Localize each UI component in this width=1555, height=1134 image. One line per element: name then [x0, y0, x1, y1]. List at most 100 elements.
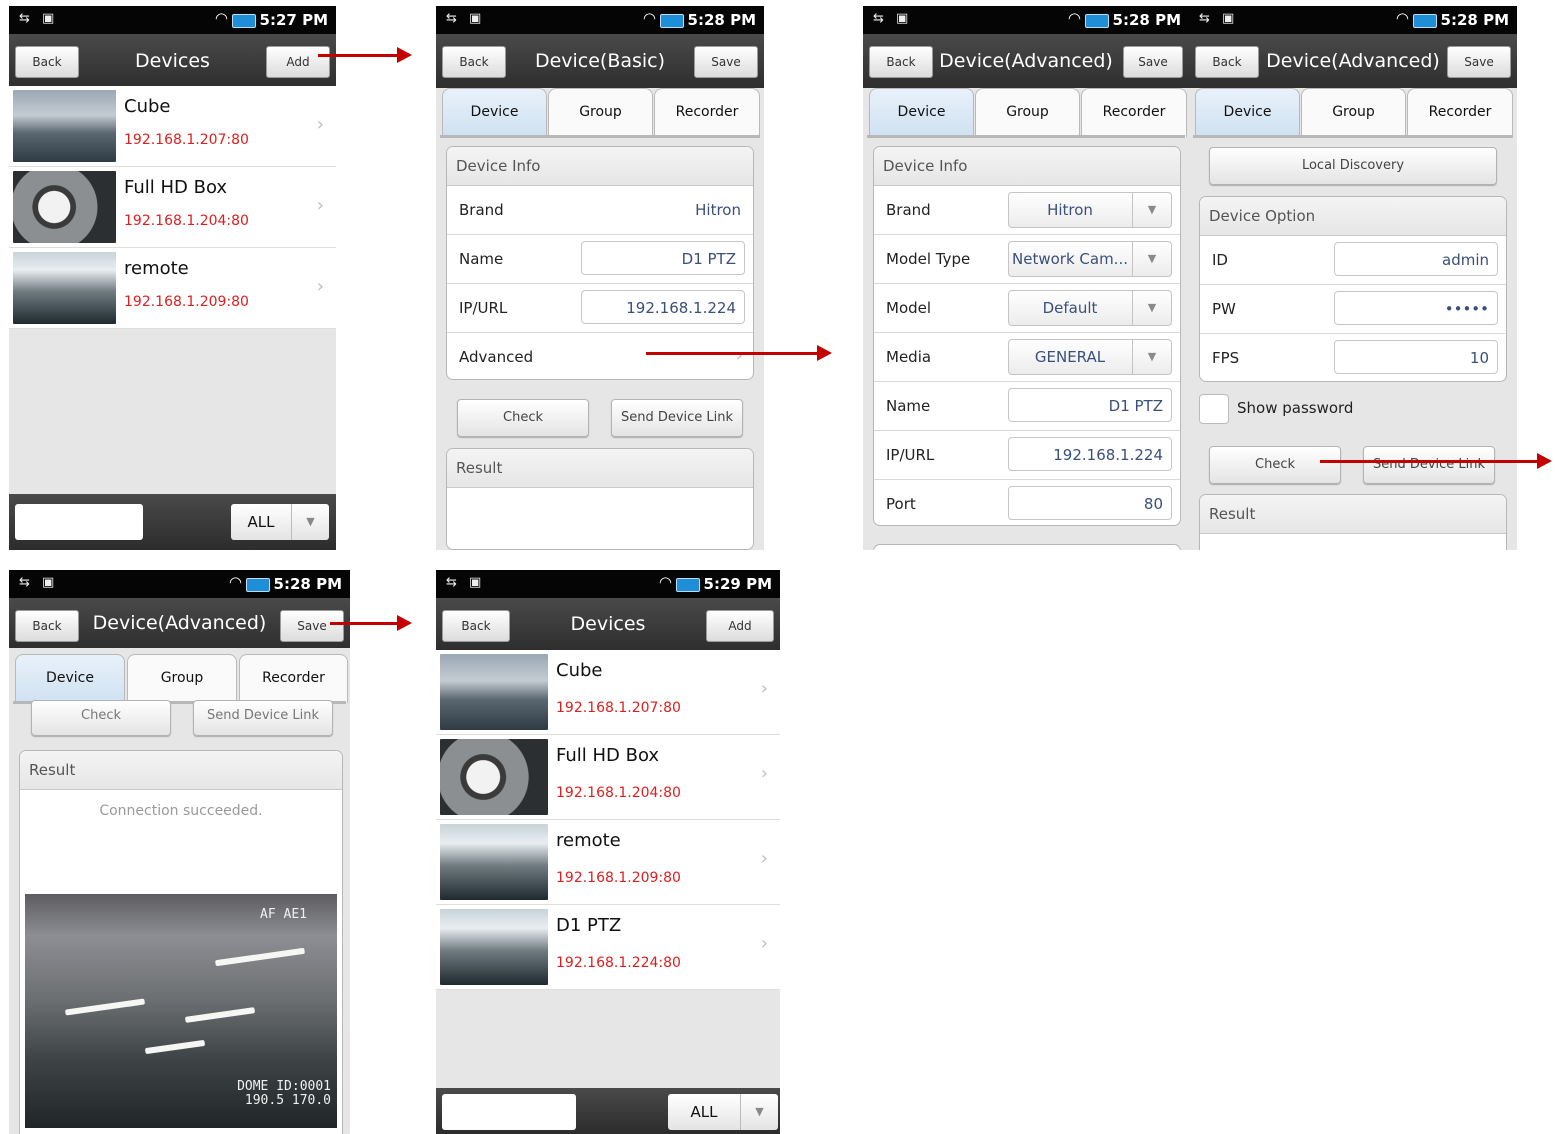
check-button[interactable]: Check — [31, 700, 171, 736]
device-ip: 192.168.1.224:80 — [556, 955, 681, 971]
save-button[interactable]: Save — [694, 46, 758, 78]
ip-field[interactable]: 192.168.1.224 — [581, 290, 745, 324]
chevron-right-icon: › — [735, 345, 743, 366]
back-button[interactable]: Back — [15, 46, 79, 78]
flow-arrow — [646, 345, 832, 361]
list-item[interactable]: remote 192.168.1.209:80 › — [9, 248, 336, 329]
tab-group[interactable]: Group — [548, 88, 653, 137]
filter-select[interactable]: ALL ▼ — [231, 504, 329, 540]
media-select[interactable]: GENERAL ▼ — [1008, 339, 1172, 375]
fps-label: FPS — [1212, 349, 1240, 367]
add-button[interactable]: Add — [706, 610, 774, 642]
chevron-right-icon: › — [760, 763, 768, 784]
tab-group[interactable]: Group — [975, 88, 1080, 137]
tab-recorder[interactable]: Recorder — [1081, 88, 1187, 137]
result-group: Result — [1199, 494, 1507, 550]
back-button[interactable]: Back — [15, 610, 79, 642]
port-field[interactable]: 80 — [1008, 486, 1172, 520]
tab-bar: Device Group Recorder — [440, 88, 760, 138]
section-header: Device Info — [874, 147, 1180, 186]
name-row: Name D1 PTZ — [447, 235, 753, 284]
model-type-select[interactable]: Network Cam... ▼ — [1008, 241, 1172, 277]
clock: 5:28 PM — [1112, 11, 1181, 29]
media-label: Media — [886, 348, 932, 366]
model-row: Model Default ▼ — [874, 284, 1180, 333]
brand-select[interactable]: Hitron ▼ — [1008, 192, 1172, 228]
status-bar: ⇆ ▣ ◠ 5:28 PM — [9, 570, 350, 598]
ceiling-light — [184, 1007, 256, 1023]
usb-debug-icons: ⇆ ▣ — [19, 11, 59, 26]
device-info-group: Device Info Brand Hitron Name D1 PTZ IP/… — [446, 146, 754, 380]
show-password-checkbox[interactable] — [1199, 394, 1229, 424]
fps-field[interactable]: 10 — [1334, 340, 1498, 374]
tab-device[interactable]: Device — [869, 88, 974, 137]
check-button[interactable]: Check — [457, 399, 589, 437]
model-type-label: Model Type — [886, 250, 971, 268]
list-item[interactable]: remote 192.168.1.209:80 › — [436, 820, 780, 905]
bottom-bar: ALL ▼ — [436, 1088, 780, 1134]
check-button[interactable]: Check — [1209, 446, 1341, 484]
result-group: Result — [446, 448, 754, 550]
name-field[interactable]: D1 PTZ — [581, 241, 745, 275]
add-button[interactable]: Add — [266, 46, 330, 78]
name-field[interactable]: D1 PTZ — [1008, 388, 1172, 422]
usb-debug-icons: ⇆ ▣ — [873, 11, 913, 26]
tab-group[interactable]: Group — [127, 654, 237, 703]
list-item[interactable]: Cube 192.168.1.207:80 › — [9, 86, 336, 167]
list-item[interactable]: D1 PTZ 192.168.1.224:80 › — [436, 905, 780, 990]
back-button[interactable]: Back — [1195, 46, 1259, 78]
pw-row: PW ••••• — [1200, 285, 1506, 334]
device-advanced-screen-b: ⇆ ▣ ◠ 5:28 PM Back Device(Advanced) Save… — [1189, 6, 1517, 550]
list-item[interactable]: Full HD Box 192.168.1.204:80 › — [9, 167, 336, 248]
tab-group[interactable]: Group — [1301, 88, 1406, 137]
model-type-select-value: Network Cam... — [1012, 250, 1128, 268]
list-item[interactable]: Cube 192.168.1.207:80 › — [436, 650, 780, 735]
tab-device[interactable]: Device — [15, 654, 125, 703]
battery-icon — [676, 578, 700, 592]
model-select[interactable]: Default ▼ — [1008, 290, 1172, 326]
chevron-right-icon: › — [316, 195, 324, 216]
back-button[interactable]: Back — [442, 610, 510, 642]
device-list: Cube 192.168.1.207:80 › Full HD Box 192.… — [436, 650, 780, 990]
device-name: Cube — [556, 660, 603, 681]
search-input[interactable] — [15, 504, 143, 540]
ceiling-light — [64, 998, 146, 1016]
save-button[interactable]: Save — [1123, 46, 1183, 78]
id-field[interactable]: admin — [1334, 242, 1498, 276]
save-button[interactable]: Save — [1447, 46, 1511, 78]
back-button[interactable]: Back — [869, 46, 933, 78]
back-button[interactable]: Back — [442, 46, 506, 78]
tab-recorder[interactable]: Recorder — [239, 654, 348, 703]
filter-select[interactable]: ALL ▼ — [668, 1094, 778, 1130]
pw-field[interactable]: ••••• — [1334, 291, 1498, 325]
ip-field[interactable]: 192.168.1.224 — [1008, 437, 1172, 471]
battery-icon — [1085, 14, 1109, 28]
device-ip: 192.168.1.207:80 — [556, 700, 681, 716]
title-bar: Back Device(Advanced) Save — [863, 34, 1189, 88]
wifi-icon: ◠ — [228, 573, 242, 591]
tab-recorder[interactable]: Recorder — [654, 88, 760, 137]
media-select-value: GENERAL — [1034, 348, 1106, 366]
send-device-link-button[interactable]: Send Device Link — [1363, 446, 1495, 484]
devices-screen-2: ⇆ ▣ ◠ 5:29 PM Back Devices Add Cube 192.… — [436, 570, 780, 1134]
dropdown-arrow-icon: ▼ — [1132, 291, 1171, 325]
ip-label: IP/URL — [886, 446, 935, 464]
page-title: Device(Advanced) — [939, 50, 1113, 72]
local-discovery-button[interactable]: Local Discovery — [1209, 147, 1497, 185]
title-bar: Back Device(Basic) Save — [436, 34, 764, 88]
tab-device[interactable]: Device — [442, 88, 547, 137]
send-device-link-button[interactable]: Send Device Link — [611, 399, 743, 437]
advanced-row[interactable]: Advanced › — [447, 333, 753, 379]
tab-device[interactable]: Device — [1195, 88, 1300, 137]
list-item[interactable]: Full HD Box 192.168.1.204:80 › — [436, 735, 780, 820]
send-device-link-button[interactable]: Send Device Link — [193, 700, 333, 736]
dropdown-arrow-icon: ▼ — [1132, 340, 1171, 374]
search-input[interactable] — [442, 1094, 576, 1130]
brand-value: Hitron — [695, 201, 741, 219]
ip-label: IP/URL — [459, 299, 508, 317]
camera-thumbnail — [440, 909, 548, 985]
tab-recorder[interactable]: Recorder — [1407, 88, 1513, 137]
save-button[interactable]: Save — [280, 610, 344, 642]
section-header: Result — [447, 449, 753, 488]
filter-value: ALL — [247, 513, 275, 531]
